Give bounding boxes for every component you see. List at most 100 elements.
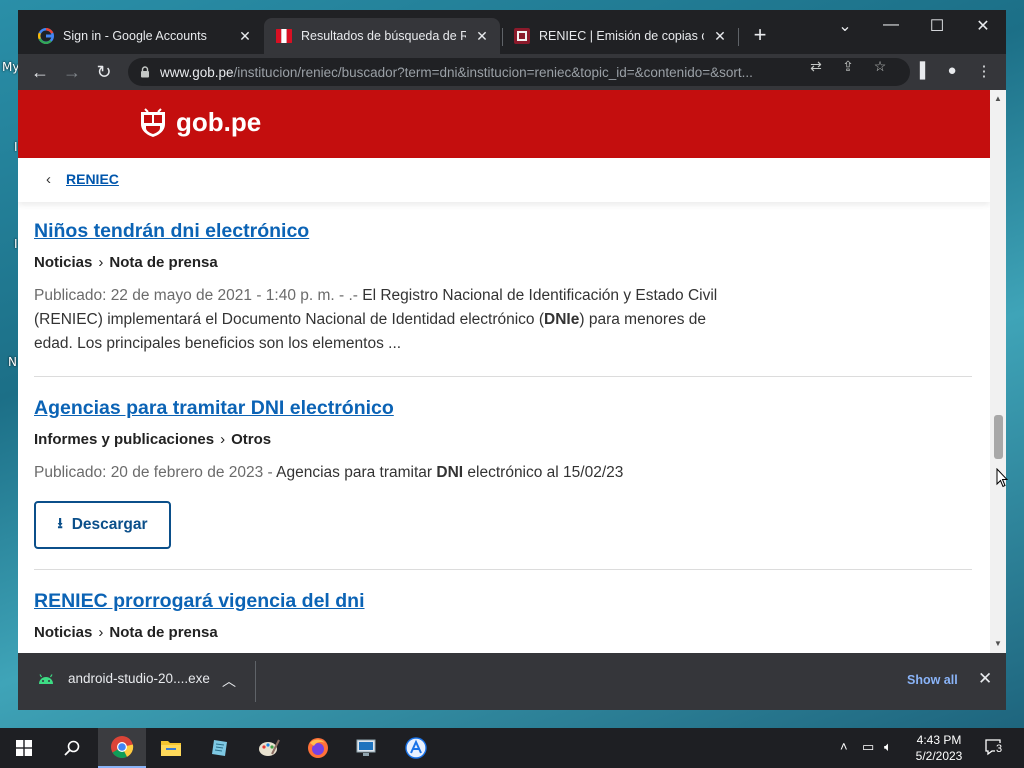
tab-search-results[interactable]: Resultados de búsqueda de Registro ✕ bbox=[264, 18, 500, 54]
tab-search-icon[interactable]: ⌄ bbox=[822, 16, 868, 36]
windows-start-button[interactable] bbox=[0, 728, 48, 768]
tab-title: RENIEC | Emisión de copias certificadas bbox=[539, 29, 704, 43]
download-item[interactable]: android-studio-20....exe bbox=[38, 671, 210, 686]
share-icon[interactable]: ⇪ bbox=[838, 58, 858, 75]
chevron-left-icon: ‹ bbox=[46, 171, 51, 188]
taskbar-clock[interactable]: 4:43 PM 5/2/2023 bbox=[908, 732, 970, 764]
firefox-taskbar-button[interactable] bbox=[294, 728, 342, 768]
chevron-right-icon: › bbox=[98, 254, 104, 271]
result-title-link[interactable]: RENIEC prorrogará vigencia del dni bbox=[34, 590, 972, 613]
url-text: www.gob.pe/institucion/reniec/buscador?t… bbox=[160, 65, 800, 80]
clock-time: 4:43 PM bbox=[916, 733, 962, 747]
result-title-link[interactable]: Agencias para tramitar DNI electrónico bbox=[34, 397, 972, 420]
desktop-label: I bbox=[14, 237, 18, 251]
taskbar: ˄ ▭ 🔈︎ 4:43 PM 5/2/2023 3 bbox=[0, 728, 1024, 768]
close-window-button[interactable]: ✕ bbox=[960, 16, 1006, 36]
google-icon bbox=[38, 28, 54, 44]
result-divider bbox=[34, 569, 972, 570]
new-tab-button[interactable]: + bbox=[748, 24, 772, 46]
tab-title: Resultados de búsqueda de Registro bbox=[301, 29, 466, 43]
gob-header: gob.pe bbox=[18, 90, 990, 158]
subcategory-label: Nota de prensa bbox=[109, 254, 218, 271]
category-label: Noticias bbox=[34, 624, 93, 641]
app-taskbar-button[interactable] bbox=[392, 728, 440, 768]
menu-kebab-icon[interactable]: ⋮ bbox=[974, 62, 994, 80]
address-bar[interactable]: www.gob.pe/institucion/reniec/buscador?t… bbox=[128, 58, 910, 86]
close-tab-icon[interactable]: ✕ bbox=[237, 28, 253, 45]
forward-button[interactable]: → bbox=[61, 61, 83, 83]
search-result: RENIEC prorrogará vigencia del dni Notic… bbox=[34, 590, 972, 641]
profile-icon[interactable]: ● bbox=[942, 62, 962, 79]
download-button-label: Descargar bbox=[71, 516, 148, 533]
published-date: Publicado: 22 de mayo de 2021 - 1:40 p. … bbox=[34, 287, 358, 304]
notepad-icon bbox=[212, 740, 227, 756]
scroll-down-arrow-icon[interactable]: ▼ bbox=[994, 639, 1002, 648]
close-download-bar-icon[interactable]: ✕ bbox=[978, 669, 992, 689]
category-label: Informes y publicaciones bbox=[34, 431, 215, 448]
result-title-link[interactable]: Niños tendrán dni electrónico bbox=[34, 220, 972, 243]
scroll-up-arrow-icon[interactable]: ▲ bbox=[994, 94, 1002, 103]
chevron-right-icon: › bbox=[220, 431, 226, 448]
browser-toolbar: ← → ↻ www.gob.pe/institucion/reniec/busc… bbox=[18, 54, 1006, 90]
network-icon[interactable]: ▭ bbox=[862, 739, 874, 755]
lock-icon bbox=[141, 66, 149, 78]
close-tab-icon[interactable]: ✕ bbox=[474, 28, 490, 45]
url-path: /institucion/reniec/buscador?term=dni&in… bbox=[233, 64, 753, 80]
desktop-label: N bbox=[8, 355, 17, 369]
scrollbar-thumb[interactable] bbox=[994, 415, 1003, 459]
subcategory-label: Otros bbox=[231, 431, 272, 448]
side-panel-icon[interactable]: ▐ bbox=[910, 62, 930, 79]
chevron-up-tray-icon[interactable]: ˄ bbox=[840, 739, 848, 754]
peru-flag-icon bbox=[276, 29, 292, 43]
back-button[interactable]: ← bbox=[29, 61, 51, 83]
paint-palette-icon bbox=[259, 739, 280, 756]
remote-desktop-icon bbox=[356, 739, 376, 756]
url-host: www.gob.pe bbox=[160, 64, 234, 80]
download-button[interactable]: ⭳ Descargar bbox=[34, 501, 171, 549]
reniec-icon bbox=[514, 28, 530, 44]
windows-logo-icon bbox=[16, 740, 32, 756]
chevron-up-icon[interactable]: ︿ bbox=[222, 671, 236, 691]
notification-center-button[interactable]: 3 bbox=[984, 738, 1004, 758]
minimize-button[interactable]: — bbox=[868, 16, 914, 34]
description-highlight: DNI bbox=[436, 464, 464, 481]
tab-separator bbox=[738, 28, 739, 46]
file-explorer-taskbar-button[interactable] bbox=[147, 728, 195, 768]
firefox-icon bbox=[308, 738, 328, 758]
search-taskbar-button[interactable] bbox=[48, 728, 96, 768]
category-label: Noticias bbox=[34, 254, 93, 271]
reload-button[interactable]: ↻ bbox=[93, 61, 115, 83]
close-tab-icon[interactable]: ✕ bbox=[712, 28, 728, 45]
tab-reniec-copias[interactable]: RENIEC | Emisión de copias certificadas … bbox=[502, 18, 738, 54]
desktop-label: My bbox=[2, 60, 20, 74]
published-date: Publicado: 20 de febrero de 2023 - bbox=[34, 464, 273, 481]
page-content: gob.pe ‹ RENIEC Niños tendrán dni electr… bbox=[18, 90, 990, 653]
result-description: Publicado: 22 de mayo de 2021 - 1:40 p. … bbox=[34, 284, 734, 356]
bookmark-star-icon[interactable]: ☆ bbox=[870, 58, 890, 75]
remote-desktop-taskbar-button[interactable] bbox=[343, 728, 391, 768]
search-result: Agencias para tramitar DNI electrónico I… bbox=[34, 397, 972, 485]
tab-title: Sign in - Google Accounts bbox=[63, 29, 207, 43]
result-description: Publicado: 20 de febrero de 2023 - Agenc… bbox=[34, 461, 734, 485]
desktop-label: I bbox=[14, 140, 18, 154]
description-text: electrónico al 15/02/23 bbox=[463, 464, 624, 481]
notes-app-taskbar-button[interactable] bbox=[196, 728, 244, 768]
description-highlight: DNIe bbox=[544, 311, 580, 328]
gob-logo[interactable]: gob.pe bbox=[137, 106, 261, 138]
show-all-downloads-link[interactable]: Show all bbox=[907, 673, 958, 687]
chevron-right-icon: › bbox=[98, 624, 104, 641]
breadcrumb-reniec-link[interactable]: RENIEC bbox=[66, 171, 119, 187]
translate-icon[interactable]: ⇄ bbox=[806, 58, 826, 75]
folder-icon bbox=[161, 741, 181, 756]
paint-taskbar-button[interactable] bbox=[245, 728, 293, 768]
page-scrollbar[interactable]: ▲ ▼ bbox=[990, 90, 1006, 653]
tab-google-sign-in[interactable]: Sign in - Google Accounts ✕ bbox=[26, 18, 263, 54]
app-a-icon bbox=[405, 737, 427, 759]
chrome-taskbar-button[interactable] bbox=[98, 728, 146, 768]
notification-count: 3 bbox=[995, 743, 1004, 755]
maximize-button[interactable]: ☐ bbox=[914, 16, 960, 36]
browser-window: Sign in - Google Accounts ✕ Resultados d… bbox=[18, 10, 1006, 710]
breadcrumb: ‹ RENIEC bbox=[18, 158, 990, 202]
tab-strip: Sign in - Google Accounts ✕ Resultados d… bbox=[18, 10, 1006, 54]
volume-icon[interactable]: 🔈︎ bbox=[884, 739, 892, 755]
